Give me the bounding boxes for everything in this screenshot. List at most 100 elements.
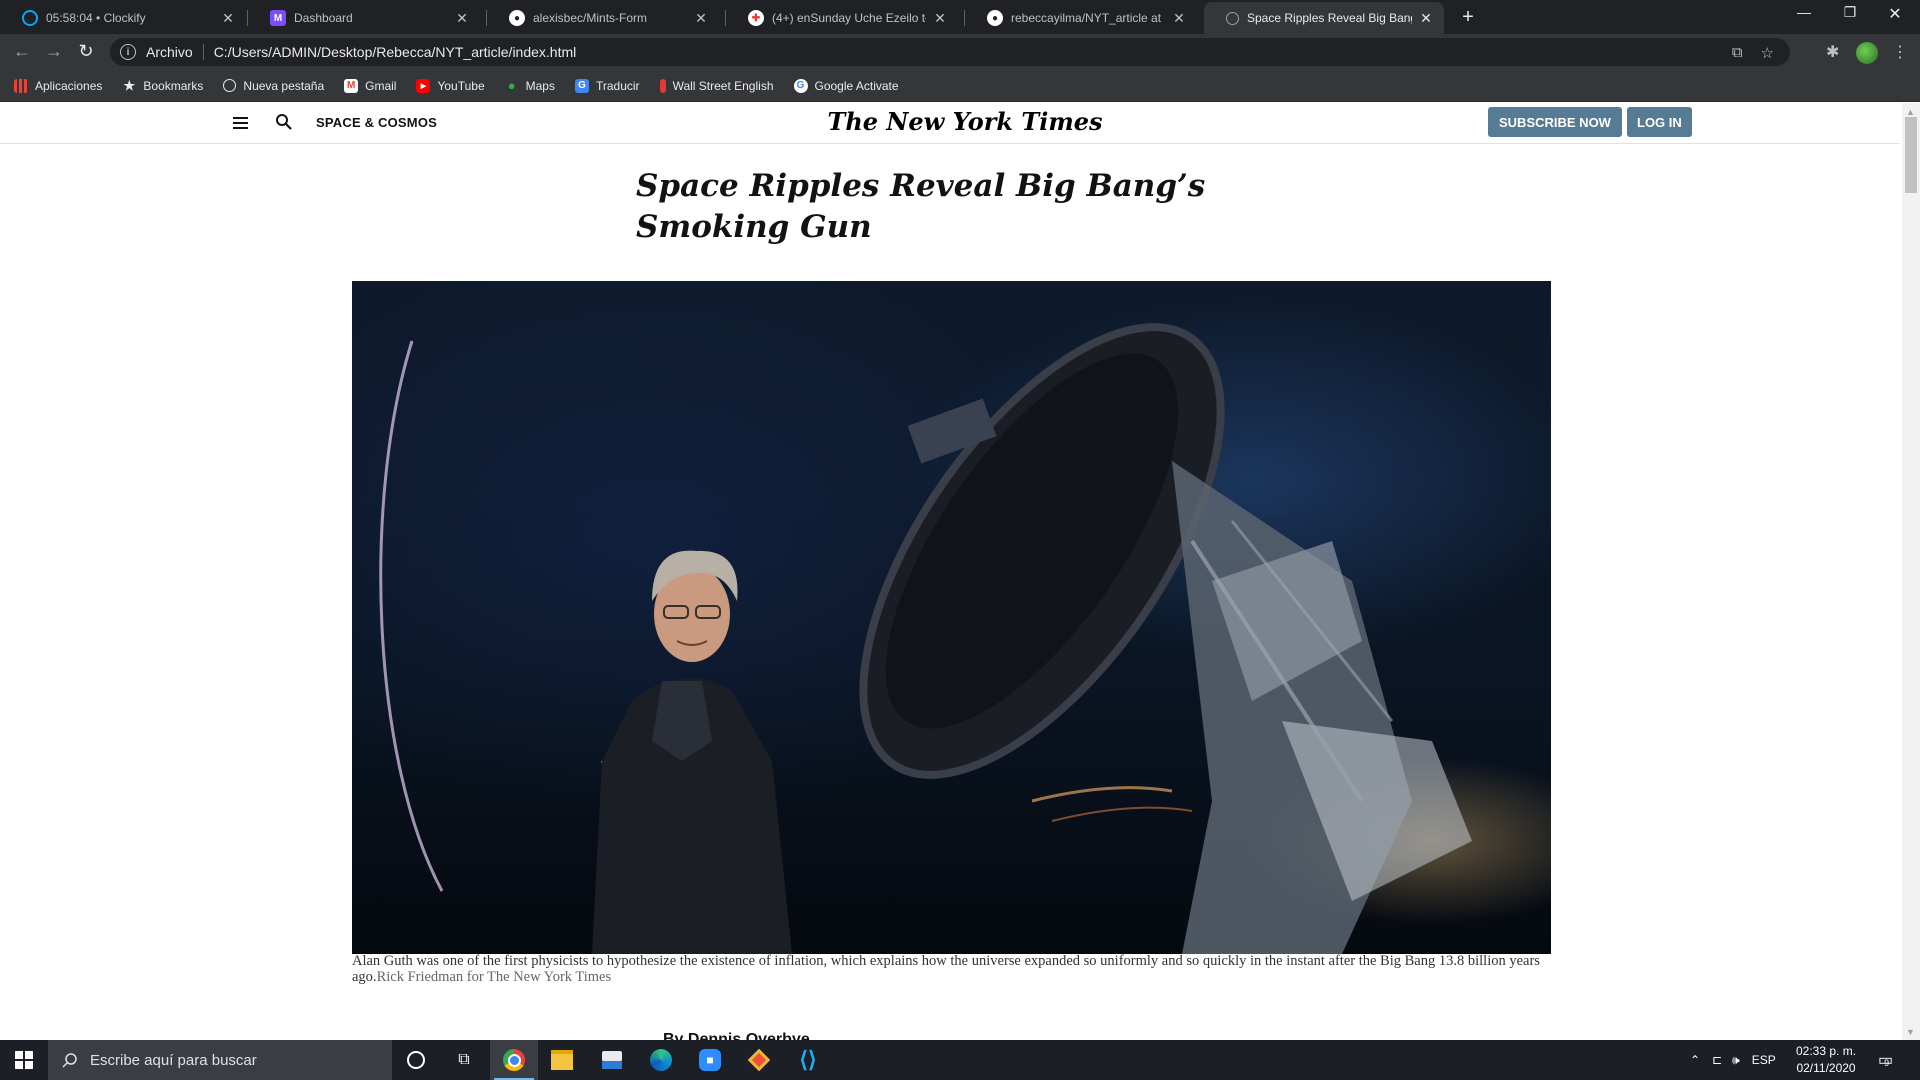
bookmark-aplicaciones[interactable]: Aplicaciones [14, 78, 102, 93]
article-photo [352, 281, 1551, 954]
task-view-icon[interactable]: ⧉ [440, 1040, 488, 1080]
bookmark-star-icon[interactable]: ☆ [1761, 44, 1774, 62]
github-icon: ● [509, 10, 525, 26]
article-byline: By Dennis Overbye [663, 1031, 810, 1040]
vscode-icon[interactable]: ⟨⟩ [784, 1040, 832, 1080]
bookmark-label: Maps [525, 78, 555, 93]
translate-icon[interactable]: ⧉ [1732, 44, 1743, 62]
page-scrollbar[interactable] [1902, 103, 1920, 1040]
scroll-down-arrow-icon[interactable]: ▼ [1906, 1027, 1915, 1037]
photo-credit: Rick Friedman for The New York Times [376, 969, 612, 985]
taskbar-clock[interactable]: 02:33 p. m. 02/11/2020 [1796, 1043, 1856, 1077]
tab-dashboard[interactable]: M Dashboard ✕ [248, 2, 480, 34]
page-icon [1226, 11, 1239, 25]
new-tab-button[interactable]: + [1456, 6, 1480, 29]
bookmark-label: Wall Street English [672, 78, 774, 93]
tab-ensunday[interactable]: ✚ (4+) enSunday Uche Ezeilo te ha ✕ [726, 2, 958, 34]
google-icon: G [793, 78, 808, 93]
store-icon[interactable] [588, 1040, 636, 1080]
bookmark-label: Gmail [365, 78, 397, 93]
wse-icon [659, 78, 666, 93]
close-tab-icon[interactable]: ✕ [454, 10, 470, 27]
forward-button[interactable]: → [42, 41, 66, 62]
photo-illustration [379, 323, 1472, 954]
bookmark-maps[interactable]: ● Maps [505, 78, 555, 93]
system-tray: ⌃ ⊏ 🕪 ESP [1690, 1040, 1776, 1080]
nyt-logo[interactable]: The New York Times [820, 107, 1110, 136]
clock-time: 02:33 p. m. [1796, 1044, 1857, 1058]
bookmark-bookmarks[interactable]: ★ Bookmarks [122, 77, 204, 93]
git-icon[interactable] [735, 1040, 783, 1080]
bookmark-label: Google Activate [814, 78, 899, 93]
bookmark-label: Traducir [595, 78, 640, 93]
tab-space-ripples[interactable]: Space Ripples Reveal Big Bang's S ✕ [1204, 2, 1444, 34]
subscribe-button[interactable]: SUBSCRIBE NOW [1488, 107, 1622, 137]
close-tab-icon[interactable]: ✕ [932, 10, 948, 27]
windows-logo-icon [15, 1051, 33, 1069]
notifications-button[interactable]: ▭ 9 [1878, 1040, 1893, 1080]
notification-count: 9 [1884, 1058, 1890, 1068]
bookmark-gmail[interactable]: M Gmail [344, 78, 397, 93]
search-icon [62, 1053, 77, 1068]
bookmark-traducir[interactable]: G Traducir [574, 78, 640, 93]
section-link[interactable]: SPACE & COSMOS [316, 115, 437, 130]
address-bar[interactable]: i Archivo C:/Users/ADMIN/Desktop/Rebecca… [110, 38, 1790, 66]
taskbar-search-box[interactable]: Escribe aquí para buscar [48, 1040, 392, 1080]
profile-avatar[interactable] [1856, 42, 1878, 64]
tab-github-nyt-article[interactable]: ● rebeccayilma/NYT_article at deve ✕ [965, 2, 1197, 34]
login-button[interactable]: LOG IN [1627, 107, 1692, 137]
tab-github-mints-form[interactable]: ● alexisbec/Mints-Form ✕ [487, 2, 719, 34]
network-icon[interactable]: ⊏ [1712, 1053, 1722, 1067]
cortana-icon[interactable] [392, 1040, 440, 1080]
windows-taskbar: Escribe aquí para buscar ⧉ ■ ⟨⟩ ⌃ ⊏ 🕪 ES… [0, 1040, 1920, 1080]
bookmark-nueva-pestana[interactable]: Nueva pestaña [223, 79, 324, 93]
article-headline: Space Ripples Reveal Big Bang’s Smoking … [636, 168, 1206, 245]
back-button[interactable]: ← [10, 41, 34, 62]
tab-title: Space Ripples Reveal Big Bang's S [1247, 11, 1412, 25]
tab-title: alexisbec/Mints-Form [533, 11, 648, 25]
bookmark-label: YouTube [437, 78, 485, 93]
search-placeholder: Escribe aquí para buscar [90, 1051, 257, 1069]
reload-button[interactable]: ↻ [74, 41, 98, 62]
url-text[interactable]: C:/Users/ADMIN/Desktop/Rebecca/NYT_artic… [214, 44, 577, 60]
menu-kebab-icon[interactable]: ⋮ [1892, 42, 1908, 62]
browser-toolbar: ← → ↻ i Archivo C:/Users/ADMIN/Desktop/R… [0, 34, 1920, 70]
edge-icon[interactable] [637, 1040, 685, 1080]
bookmark-google-activate[interactable]: G Google Activate [793, 78, 899, 93]
close-window-button[interactable]: ✕ [1875, 4, 1915, 24]
browser-tabstrip: 05:58:04 • Clockify ✕ M Dashboard ✕ ● al… [0, 0, 1920, 34]
close-tab-icon[interactable]: ✕ [693, 10, 709, 27]
clock-date: 02/11/2020 [1796, 1061, 1856, 1075]
scrollbar-thumb[interactable] [1905, 117, 1917, 193]
start-button[interactable] [0, 1040, 48, 1080]
chrome-icon[interactable] [490, 1040, 538, 1080]
close-tab-icon[interactable]: ✕ [1171, 10, 1187, 27]
nyt-header: SPACE & COSMOS The New York Times SUBSCR… [0, 103, 1900, 144]
close-tab-icon[interactable]: ✕ [220, 10, 236, 27]
scroll-up-arrow-icon[interactable]: ▲ [1906, 107, 1915, 117]
maps-pin-icon: ● [507, 78, 516, 93]
apps-grid-icon [14, 78, 28, 93]
gmail-icon: M [344, 78, 359, 93]
info-icon[interactable]: i [120, 44, 136, 60]
bookmark-wall-street-english[interactable]: Wall Street English [659, 78, 774, 93]
file-explorer-icon[interactable] [538, 1040, 586, 1080]
divider [202, 44, 204, 60]
tab-clockify[interactable]: 05:58:04 • Clockify ✕ [0, 2, 246, 34]
language-indicator[interactable]: ESP [1752, 1053, 1776, 1067]
restore-button[interactable]: ❐ [1830, 4, 1870, 21]
search-icon[interactable] [275, 113, 293, 131]
tab-title: rebeccayilma/NYT_article at deve [1011, 11, 1165, 25]
bookmark-label: Nueva pestaña [243, 78, 325, 93]
bookmarks-bar: Aplicaciones ★ Bookmarks Nueva pestaña M… [0, 70, 1920, 102]
extensions-icon[interactable]: ✱ [1826, 42, 1839, 62]
zoom-icon[interactable]: ■ [686, 1040, 734, 1080]
chevron-up-icon[interactable]: ⌃ [1690, 1053, 1700, 1067]
close-tab-icon[interactable]: ✕ [1418, 10, 1434, 27]
hamburger-menu-icon[interactable] [233, 117, 248, 132]
minimize-button[interactable]: — [1784, 4, 1824, 20]
volume-icon[interactable]: 🕪 [1732, 1053, 1740, 1068]
star-icon: ★ [123, 77, 136, 93]
globe-icon [223, 79, 237, 92]
bookmark-youtube[interactable]: ▶ YouTube [416, 78, 485, 93]
